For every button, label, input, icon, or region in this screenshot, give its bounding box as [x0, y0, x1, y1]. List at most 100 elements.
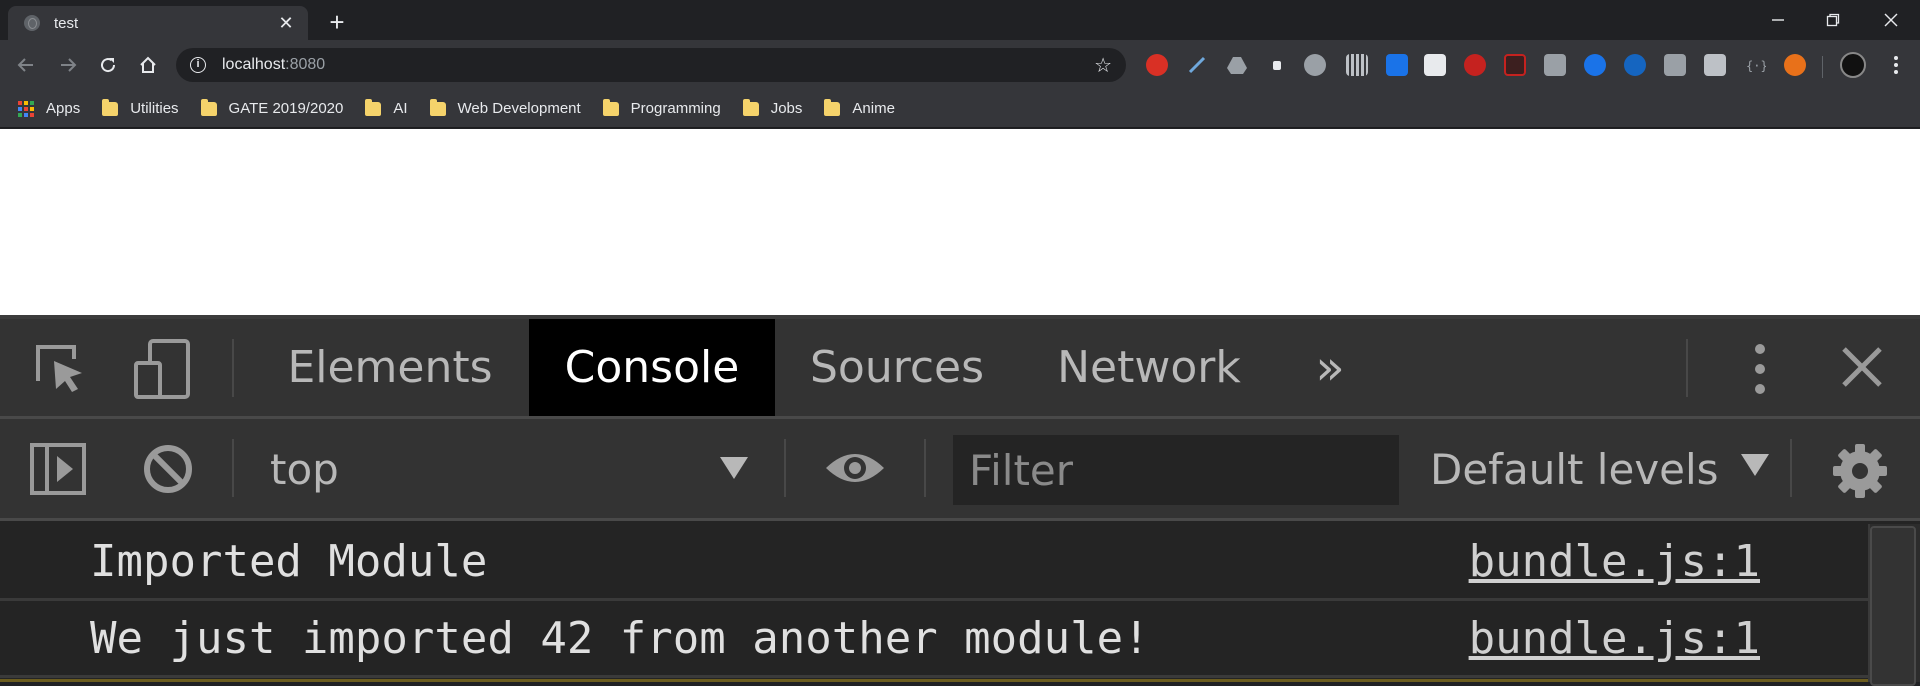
- tab-close-button[interactable]: ✕: [276, 13, 296, 34]
- minimize-icon: [1772, 19, 1784, 21]
- bookmark-label: Utilities: [130, 100, 179, 117]
- toolbar-separator: [1822, 56, 1823, 78]
- devtools-panel: Elements Console Sources Network » top F…: [0, 315, 1920, 686]
- device-toolbar-button[interactable]: [130, 337, 194, 401]
- extension-f-icon[interactable]: [1664, 54, 1686, 76]
- console-source-link[interactable]: bundle.js:1: [1469, 536, 1760, 587]
- extension-wheel-icon[interactable]: [1304, 54, 1326, 76]
- extension-face-icon[interactable]: [1464, 54, 1486, 76]
- bookmark-apps[interactable]: Apps: [18, 100, 80, 117]
- extension-fire-icon[interactable]: [1784, 54, 1806, 76]
- dropdown-arrow-icon: [1740, 454, 1769, 476]
- live-expression-button[interactable]: [822, 443, 888, 493]
- bookmark-jobs[interactable]: Jobs: [742, 98, 803, 117]
- tab-console[interactable]: Console: [529, 319, 775, 416]
- dropdown-arrow-icon: [720, 457, 748, 479]
- toolbar-divider: [232, 439, 234, 497]
- scrollbar-thumb[interactable]: [1870, 526, 1916, 686]
- page-viewport: [0, 129, 1920, 315]
- console-message: We just imported 42 from another module!…: [0, 601, 1868, 678]
- extension-s-icon[interactable]: [1386, 54, 1408, 76]
- reload-icon: [101, 58, 116, 73]
- toolbar-divider: [1790, 439, 1792, 497]
- extension-adblock-icon[interactable]: [1146, 54, 1168, 76]
- bookmark-utilities[interactable]: Utilities: [102, 98, 179, 117]
- bookmark-gate[interactable]: GATE 2019/2020: [200, 98, 344, 117]
- toolbar-divider: [924, 439, 926, 497]
- bookmark-label: Anime: [852, 100, 895, 117]
- extension-drive-icon[interactable]: [1226, 54, 1248, 76]
- extension-pdf-icon[interactable]: [1504, 54, 1526, 76]
- folder-icon: [200, 98, 217, 116]
- tab-network[interactable]: Network: [1044, 319, 1254, 416]
- console-toolbar: top Default levels: [0, 419, 1920, 521]
- execution-context-select[interactable]: top: [270, 439, 750, 499]
- console-message-text: Imported Module: [90, 536, 488, 587]
- minimize-button[interactable]: [1755, 0, 1801, 40]
- more-tabs-button[interactable]: »: [1300, 319, 1360, 416]
- extension-barcode-icon[interactable]: [1346, 54, 1368, 76]
- folder-icon: [742, 98, 759, 116]
- toolbar-divider: [232, 339, 234, 397]
- address-bar[interactable]: i localhost:8080 ☆: [176, 48, 1126, 82]
- extension-gear-blue-icon[interactable]: [1624, 54, 1646, 76]
- block-icon: [144, 445, 192, 493]
- folder-icon: [365, 98, 382, 116]
- home-button[interactable]: [132, 49, 164, 81]
- restore-button[interactable]: [1810, 0, 1856, 40]
- extension-h-icon[interactable]: [1544, 54, 1566, 76]
- close-icon: [1884, 13, 1898, 27]
- svg-text:{·}: {·}: [1746, 59, 1766, 73]
- url-text[interactable]: localhost:8080: [222, 56, 1094, 74]
- folder-icon: [429, 98, 446, 116]
- tab-elements[interactable]: Elements: [270, 319, 510, 416]
- reload-button[interactable]: [92, 49, 124, 81]
- folder-icon: [824, 98, 841, 116]
- devtools-menu-button[interactable]: [1740, 339, 1780, 399]
- extension-profile-card-icon[interactable]: [1424, 54, 1446, 76]
- inspect-element-button[interactable]: [30, 341, 90, 397]
- extension-window-icon[interactable]: [1704, 54, 1726, 76]
- prompt-divider: [0, 679, 1868, 682]
- bookmark-label: Programming: [630, 100, 721, 117]
- bookmark-label: GATE 2019/2020: [228, 100, 344, 117]
- eye-icon: [826, 454, 884, 482]
- sidebar-toggle-icon: [30, 443, 86, 495]
- back-button[interactable]: [10, 49, 42, 81]
- bookmark-web-development[interactable]: Web Development: [429, 98, 581, 117]
- console-settings-button[interactable]: [1830, 441, 1890, 501]
- clear-console-button[interactable]: [140, 441, 196, 497]
- bookmark-anime[interactable]: Anime: [824, 98, 895, 117]
- context-value: top: [270, 444, 339, 494]
- forward-arrow-icon: [61, 58, 77, 72]
- extension-android-icon[interactable]: [1266, 54, 1288, 76]
- console-source-link[interactable]: bundle.js:1: [1469, 613, 1760, 664]
- bookmark-label: Web Development: [457, 100, 581, 117]
- extension-braces-icon[interactable]: {·}: [1744, 54, 1768, 76]
- tab-sources[interactable]: Sources: [792, 319, 1002, 416]
- browser-tab[interactable]: test ✕: [8, 6, 308, 40]
- home-icon: [140, 56, 156, 73]
- browser-toolbar: i localhost:8080 ☆ {·}: [0, 40, 1920, 90]
- extension-gp-icon[interactable]: [1584, 54, 1606, 76]
- bookmark-star-icon[interactable]: ☆: [1094, 53, 1112, 78]
- browser-menu-button[interactable]: [1886, 53, 1906, 79]
- bookmark-label: Jobs: [770, 100, 803, 117]
- bookmark-ai[interactable]: AI: [365, 98, 408, 117]
- log-levels-select[interactable]: Default levels: [1430, 439, 1769, 499]
- info-icon[interactable]: i: [190, 57, 206, 73]
- console-message: Imported Module bundle.js:1: [0, 524, 1868, 601]
- gear-icon: [1833, 444, 1887, 498]
- console-scrollbar[interactable]: [1868, 524, 1920, 686]
- new-tab-button[interactable]: +: [322, 8, 352, 36]
- forward-button[interactable]: [52, 49, 84, 81]
- filter-input[interactable]: [953, 435, 1399, 505]
- devtools-close-button[interactable]: [1836, 341, 1888, 393]
- extension-pen-icon[interactable]: [1186, 54, 1208, 76]
- window-close-button[interactable]: [1868, 0, 1914, 40]
- bookmark-programming[interactable]: Programming: [602, 98, 721, 117]
- show-sidebar-button[interactable]: [28, 441, 88, 497]
- globe-icon: [24, 15, 40, 31]
- toolbar-divider: [784, 439, 786, 497]
- profile-avatar[interactable]: [1840, 52, 1866, 78]
